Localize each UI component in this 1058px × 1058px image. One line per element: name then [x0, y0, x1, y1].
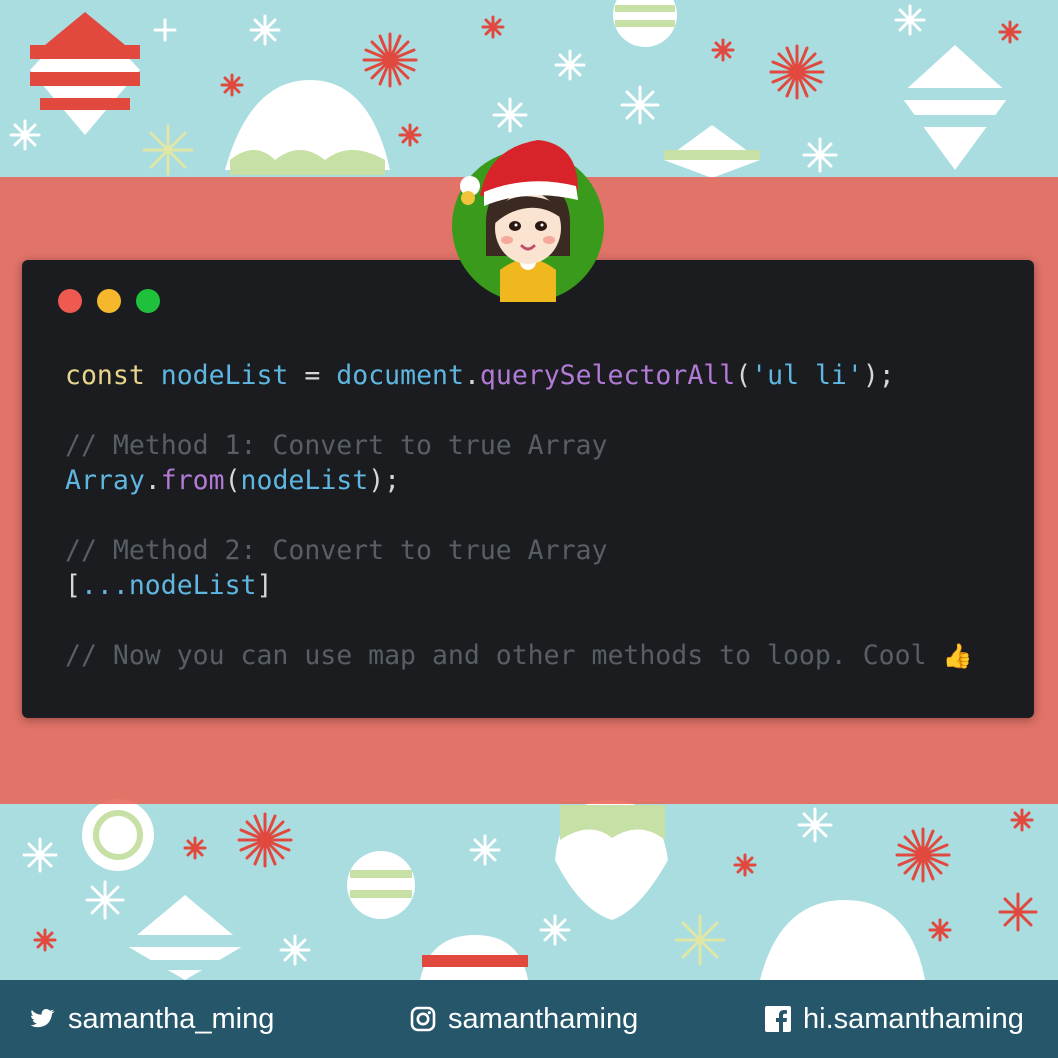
- instagram-label: samanthaming: [448, 1002, 639, 1035]
- twitter-icon: [30, 1009, 55, 1028]
- window-controls: [58, 289, 160, 313]
- method-token: from: [160, 465, 225, 496]
- social-footer: samantha_ming samanthaming hi.samanthami…: [0, 980, 1058, 1058]
- code-snippet: const nodeList = document.querySelectorA…: [65, 358, 972, 673]
- variable-token: nodeList: [160, 360, 289, 391]
- twitter-handle[interactable]: samantha_ming: [30, 980, 274, 1058]
- object-token: Array: [65, 465, 145, 496]
- code-line-1: const nodeList = document.querySelectorA…: [65, 360, 895, 391]
- variable-token: nodeList: [128, 570, 257, 601]
- twitter-label: samantha_ming: [68, 1002, 275, 1035]
- code-comment-2: // Method 2: Convert to true Array: [65, 535, 608, 566]
- thumbs-up-icon: 👍: [942, 642, 973, 670]
- code-line-2: Array.from(nodeList);: [65, 465, 401, 496]
- argument-token: nodeList: [240, 465, 369, 496]
- method-token: querySelectorAll: [479, 360, 736, 391]
- instagram-icon: [410, 1006, 436, 1032]
- code-comment-3-line: // Now you can use map and other methods…: [65, 638, 972, 673]
- minimize-window-button[interactable]: [97, 289, 121, 313]
- close-window-button[interactable]: [58, 289, 82, 313]
- facebook-handle[interactable]: hi.samanthaming: [765, 980, 1024, 1058]
- code-line-3: [...nodeList]: [65, 570, 273, 601]
- avatar-santa-hat-icon: [452, 140, 604, 302]
- string-token: 'ul li': [751, 360, 863, 391]
- object-token: document: [336, 360, 464, 391]
- operator-token: =: [304, 360, 321, 391]
- instagram-handle[interactable]: samanthaming: [410, 980, 638, 1058]
- facebook-label: hi.samanthaming: [803, 1002, 1024, 1035]
- keyword-token: const: [65, 360, 145, 391]
- code-comment-3: // Now you can use map and other methods…: [65, 640, 927, 671]
- code-editor-window: const nodeList = document.querySelectorA…: [22, 260, 1034, 718]
- code-comment-1: // Method 1: Convert to true Array: [65, 430, 608, 461]
- maximize-window-button[interactable]: [136, 289, 160, 313]
- facebook-icon: [765, 1006, 791, 1032]
- spread-token: ...: [80, 570, 129, 601]
